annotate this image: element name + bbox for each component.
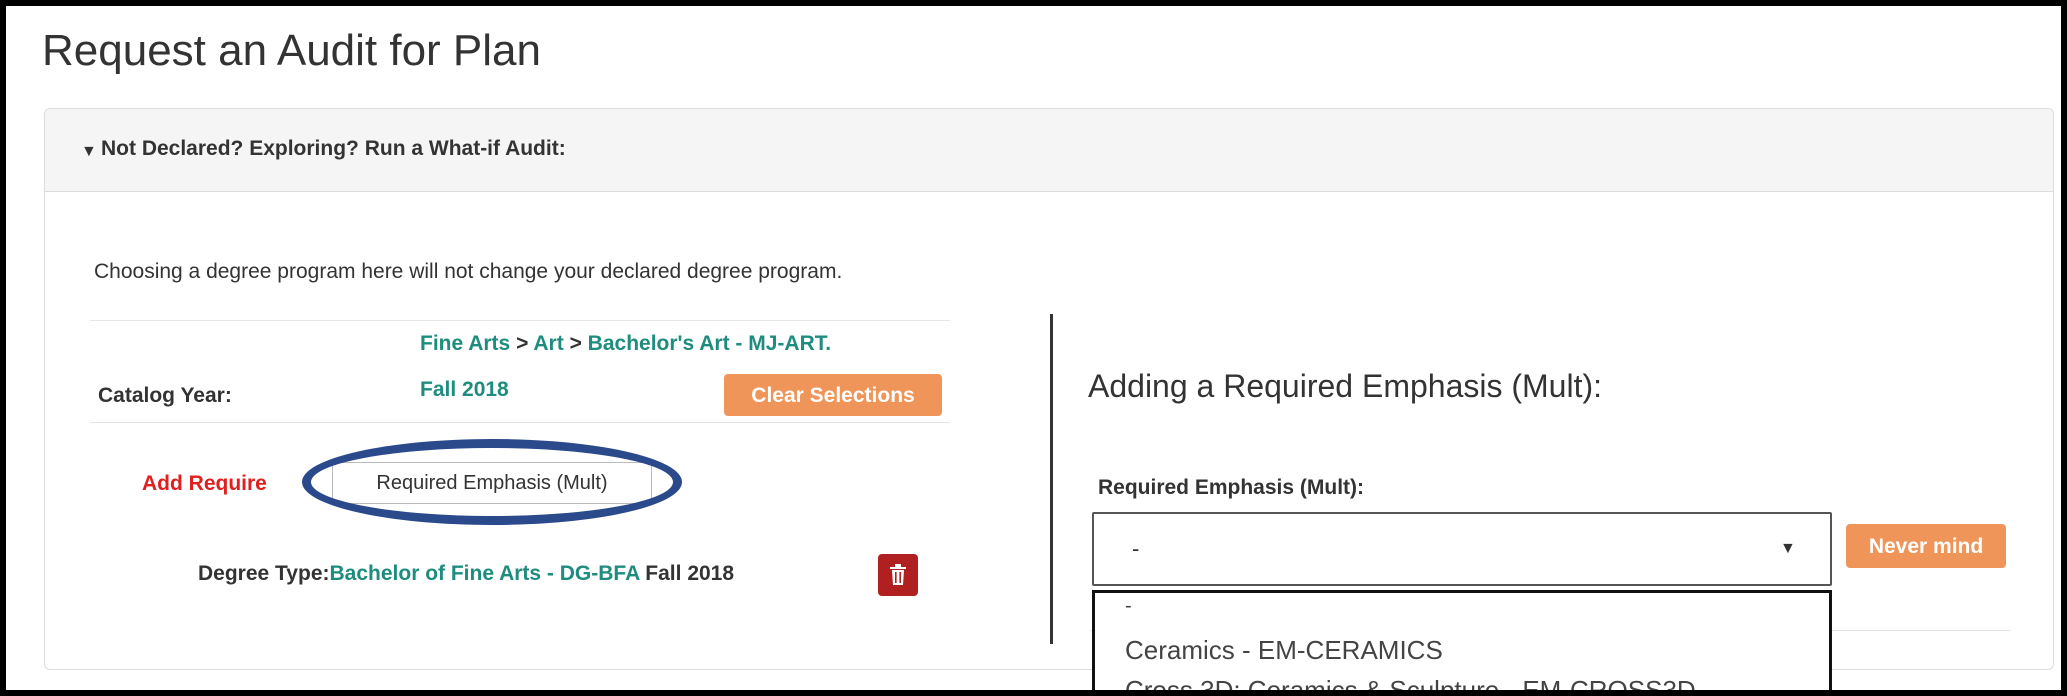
whatif-heading-text: Not Declared? Exploring? Run a What-if A… [101, 137, 566, 160]
breadcrumb-department-link[interactable]: Art [533, 332, 563, 355]
dropdown-option[interactable]: Cross 3D: Ceramics & Sculpture - EM-CROS… [1125, 675, 1696, 690]
required-emphasis-chip[interactable]: Required Emphasis (Mult) [332, 462, 652, 504]
degree-type-line: Degree Type:Bachelor of Fine Arts - DG-B… [198, 562, 734, 586]
whatif-panel-heading[interactable]: ▼ Not Declared? Exploring? Run a What-if… [45, 109, 2053, 192]
adding-emphasis-title: Adding a Required Emphasis (Mult): [1088, 368, 1603, 404]
clear-selections-button[interactable]: Clear Selections [724, 374, 942, 416]
dropdown-option[interactable]: Ceramics - EM-CERAMICS [1125, 635, 1443, 666]
required-emphasis-label: Required Emphasis (Mult): [1098, 476, 1365, 499]
breadcrumb-program-link[interactable]: Bachelor's Art - MJ-ART. [588, 332, 831, 355]
degree-type-label: Degree Type: [198, 562, 330, 585]
breadcrumb: Fine Arts > Art > Bachelor's Art - MJ-AR… [420, 332, 831, 356]
page-frame: Request an Audit for Plan ▼ Not Declared… [6, 6, 2061, 690]
degree-type-link[interactable]: Bachelor of Fine Arts - DG-BFA [330, 562, 640, 585]
breadcrumb-separator: > [563, 332, 588, 355]
info-text: Choosing a degree program here will not … [94, 260, 843, 283]
caret-down-icon: ▼ [81, 143, 97, 160]
catalog-year-label: Catalog Year: [98, 384, 232, 407]
trash-icon [890, 564, 906, 585]
page-title: Request an Audit for Plan [42, 26, 541, 75]
dropdown-option[interactable]: - [1125, 595, 1132, 618]
divider [90, 422, 950, 423]
breadcrumb-separator: > [510, 332, 534, 355]
divider [90, 320, 950, 321]
chevron-down-icon: ▼ [1780, 540, 1796, 557]
delete-degree-button[interactable] [878, 554, 918, 596]
degree-type-term: Fall 2018 [639, 562, 735, 585]
required-emphasis-select[interactable]: - ▼ [1092, 512, 1832, 586]
never-mind-button[interactable]: Never mind [1846, 524, 2006, 568]
select-value: - [1132, 536, 1140, 561]
add-required-label[interactable]: Add Require [142, 472, 267, 496]
vertical-divider [1050, 314, 1053, 644]
catalog-year-link[interactable]: Fall 2018 [420, 378, 509, 402]
breadcrumb-college-link[interactable]: Fine Arts [420, 332, 510, 355]
emphasis-dropdown-list: - Ceramics - EM-CERAMICS Cross 3D: Ceram… [1092, 590, 1832, 690]
